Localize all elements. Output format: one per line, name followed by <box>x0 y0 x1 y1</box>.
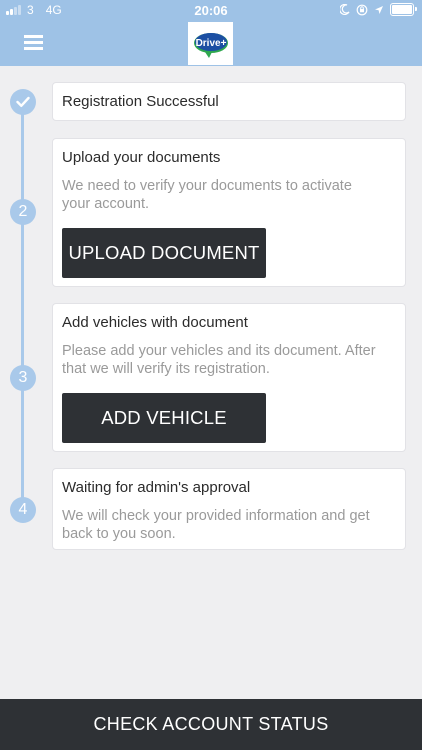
step-3-description: Please add your vehicles and its documen… <box>62 343 376 377</box>
app-header: 3 4G 20:06 Drive+ <box>0 0 422 66</box>
step-2-description: We need to verify your documents to acti… <box>62 178 352 212</box>
upload-document-button[interactable]: UPLOAD DOCUMENT <box>62 228 266 278</box>
step-1-title: Registration Successful <box>62 93 219 110</box>
moon-icon <box>340 4 350 15</box>
stepper-line <box>21 110 24 510</box>
status-bar-right <box>340 3 417 16</box>
step-2-marker: 2 <box>10 199 36 225</box>
logo-text: Drive+ <box>195 38 226 49</box>
hamburger-menu-button[interactable] <box>24 35 43 51</box>
step-1-card: Registration Successful <box>52 82 406 121</box>
registration-status-screen: 3 4G 20:06 Drive+ 2 3 4 Registration Suc… <box>0 0 422 750</box>
lock-rotation-icon <box>356 4 368 15</box>
step-3-card: Add vehicles with document Please add yo… <box>52 303 406 452</box>
step-2-title: Upload your documents <box>62 149 221 166</box>
app-logo: Drive+ <box>188 22 233 65</box>
location-arrow-icon <box>375 5 383 14</box>
step-4-title: Waiting for admin's approval <box>62 479 251 496</box>
drive-plus-logo-icon: Drive+ <box>193 32 228 58</box>
checkmark-icon <box>16 96 30 107</box>
step-1-complete-marker <box>10 89 36 115</box>
check-account-status-button[interactable]: CHECK ACCOUNT STATUS <box>0 699 422 750</box>
battery-icon <box>390 3 417 16</box>
step-2-card: Upload your documents We need to verify … <box>52 138 406 287</box>
step-4-card: Waiting for admin's approval We will che… <box>52 468 406 550</box>
step-3-title: Add vehicles with document <box>62 314 248 331</box>
add-vehicle-button[interactable]: ADD VEHICLE <box>62 393 266 443</box>
step-4-description: We will check your provided information … <box>62 508 370 542</box>
status-bar: 3 4G 20:06 <box>0 0 422 20</box>
step-4-marker: 4 <box>10 497 36 523</box>
step-3-marker: 3 <box>10 365 36 391</box>
